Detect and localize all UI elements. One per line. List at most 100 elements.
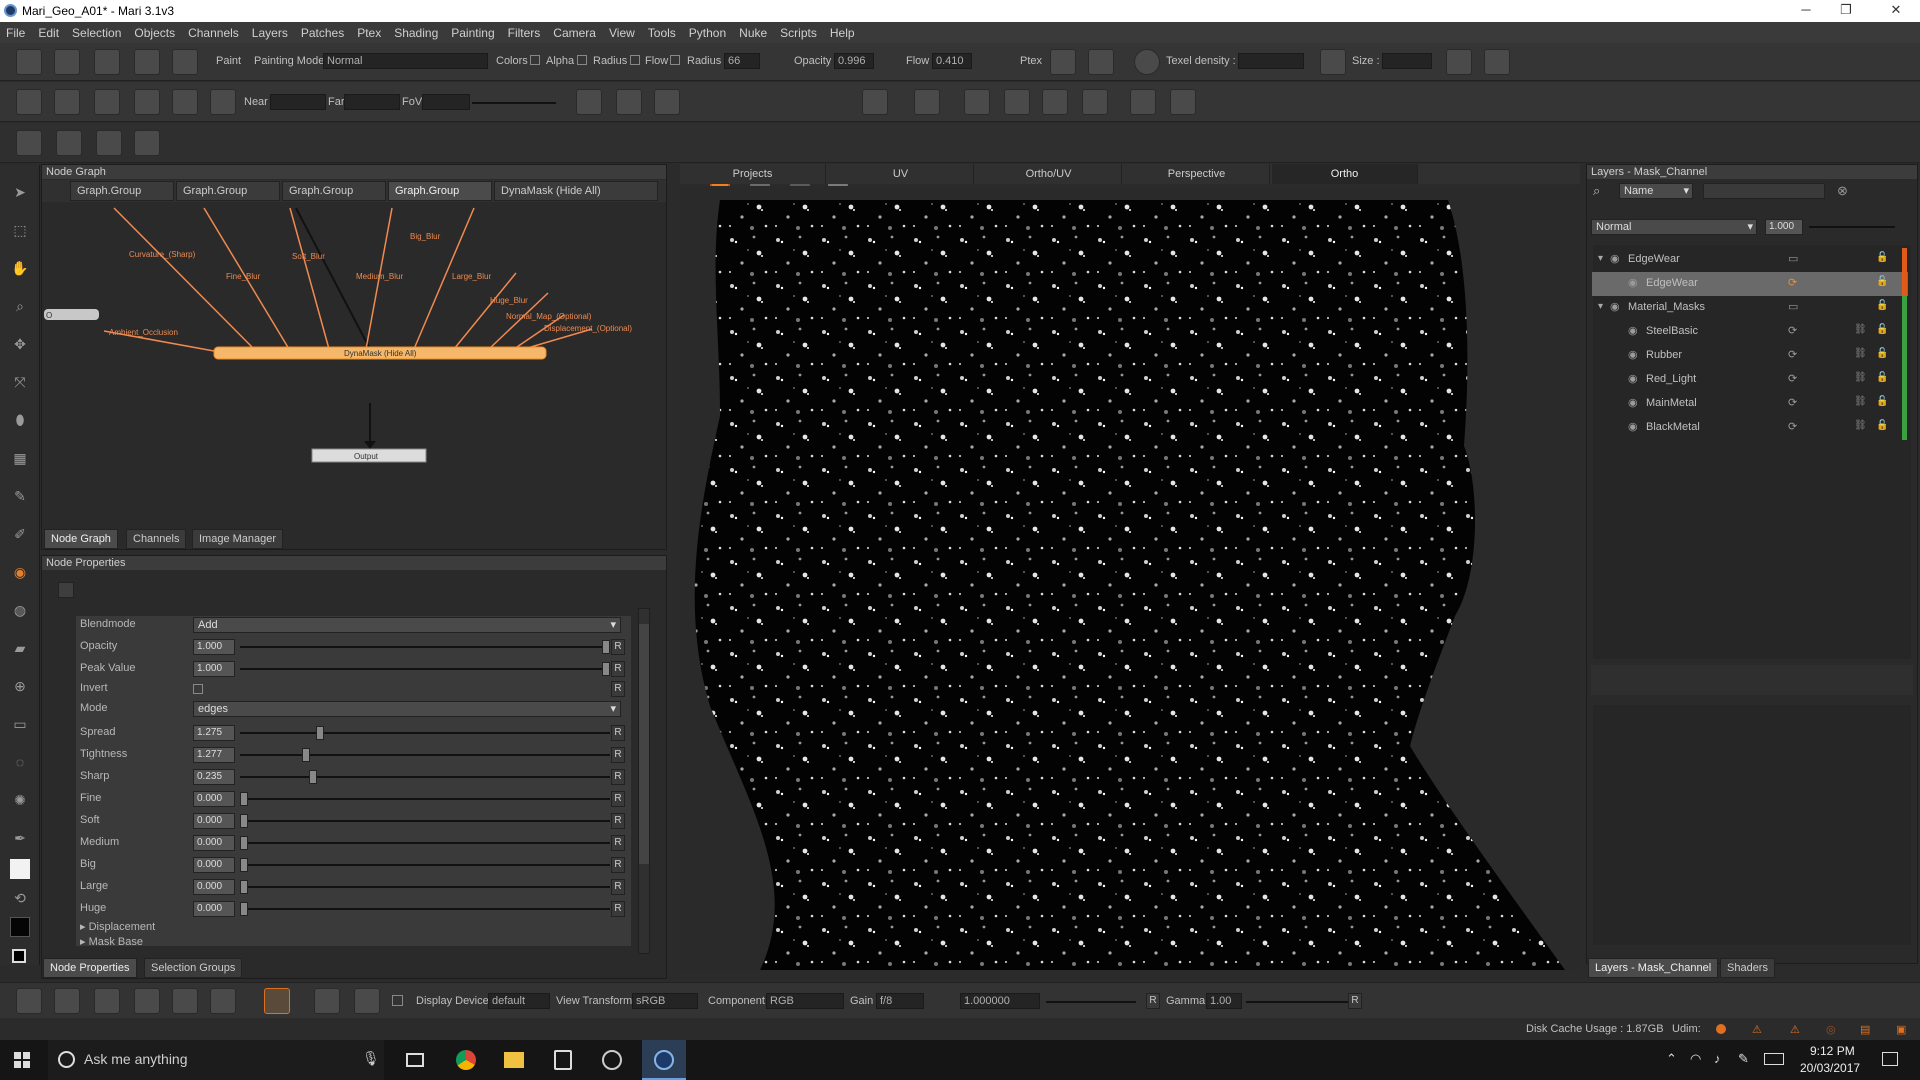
menu-scripts[interactable]: Scripts — [780, 26, 817, 40]
windows-start-icon[interactable] — [14, 1052, 30, 1068]
scrollbar-thumb[interactable] — [639, 624, 649, 864]
clock-date[interactable]: 20/03/2017 — [1800, 1061, 1860, 1075]
save-icon[interactable] — [54, 49, 80, 75]
layer-item[interactable]: ◉ SteelBasic ⟳ 🔓 ⛓ — [1592, 320, 1908, 344]
new-file-icon[interactable] — [16, 49, 42, 75]
paste-icon[interactable] — [1484, 49, 1510, 75]
redo-icon[interactable] — [172, 49, 198, 75]
menu-objects[interactable]: Objects — [134, 26, 175, 40]
layer-item[interactable]: ◉ EdgeWear ⟳ 🔓 — [1592, 272, 1908, 296]
blend-mode-select[interactable]: Normal ▾ — [1591, 219, 1757, 235]
opacity-slider-track[interactable] — [240, 646, 610, 648]
viewport-tab-projects[interactable]: Projects — [680, 164, 826, 184]
sharp-reset-button[interactable]: R — [611, 769, 625, 785]
sharp-slider-handle[interactable] — [308, 770, 317, 784]
texel-density-input[interactable] — [1238, 53, 1304, 69]
volume-icon[interactable]: ♪ — [1714, 1051, 1721, 1066]
lock-icon[interactable]: 🔓 — [1876, 324, 1888, 335]
keyboard-icon[interactable] — [1764, 1053, 1784, 1065]
stamp-tool-icon[interactable]: ✺ — [9, 789, 31, 811]
swap-colors-icon[interactable]: ⟲ — [9, 887, 31, 909]
eye-icon[interactable]: ◉ — [1628, 420, 1638, 433]
frame-icon[interactable] — [94, 89, 120, 115]
layer-filter-select[interactable]: Name ▾ — [1619, 183, 1693, 199]
viewport-tab-ortho-uv[interactable]: Ortho/UV — [976, 164, 1122, 184]
medium-slider-handle[interactable] — [240, 836, 248, 850]
tab-shaders[interactable]: Shaders — [1720, 958, 1775, 978]
ptex-icon[interactable] — [1050, 49, 1076, 75]
chrome-icon[interactable] — [456, 1050, 476, 1070]
chevron-down-icon[interactable]: ▾ — [1598, 253, 1603, 264]
transform-icon[interactable] — [1130, 89, 1156, 115]
light-icon[interactable] — [576, 89, 602, 115]
spread-input[interactable]: 1.275 — [193, 725, 235, 741]
tab-dynamask[interactable]: DynaMask (Hide All) — [494, 181, 658, 201]
layer-opacity-input[interactable]: 1.000 — [1765, 219, 1803, 235]
layer-item[interactable]: ◉ Red_Light ⟳ 🔓 ⛓ — [1592, 368, 1908, 392]
move-tool-icon[interactable]: ✥ — [9, 333, 31, 355]
link-icon[interactable]: ⛓ — [1854, 372, 1867, 383]
active-tool-icon[interactable]: ◉ — [9, 561, 31, 583]
blendmode-select[interactable]: Add ▾ — [193, 617, 621, 633]
hide-tool-icon[interactable] — [96, 130, 122, 156]
mode-select[interactable]: edges ▾ — [193, 701, 621, 717]
tightness-reset-button[interactable]: R — [611, 747, 625, 763]
menu-shading[interactable]: Shading — [394, 26, 438, 40]
tab-selection-groups[interactable]: Selection Groups — [144, 958, 243, 978]
menu-painting[interactable]: Painting — [451, 26, 494, 40]
soft-slider-handle[interactable] — [240, 814, 248, 828]
big-input[interactable]: 0.000 — [193, 857, 235, 873]
huge-reset-button[interactable]: R — [611, 901, 625, 917]
axis-x-icon[interactable] — [1004, 89, 1030, 115]
big-slider-handle[interactable] — [240, 858, 248, 872]
eye-icon[interactable]: ◉ — [1628, 396, 1638, 409]
axis-z-icon[interactable] — [1082, 89, 1108, 115]
down-view-icon[interactable] — [94, 988, 120, 1014]
menu-python[interactable]: Python — [689, 26, 726, 40]
default-colors-icon[interactable] — [12, 949, 26, 963]
background-color-swatch[interactable] — [10, 917, 30, 937]
blur-tool-icon[interactable]: ◍ — [9, 599, 31, 621]
tightness-slider-handle[interactable] — [301, 748, 310, 762]
pan-tool-icon[interactable]: ✋ — [9, 257, 31, 279]
undo-icon[interactable] — [134, 49, 160, 75]
marquee-tool-icon[interactable]: ⬚ — [9, 219, 31, 241]
lock-icon[interactable]: 🔓 — [1876, 276, 1888, 287]
menu-patches[interactable]: Patches — [301, 26, 344, 40]
lock-icon[interactable]: 🔓 — [1876, 396, 1888, 407]
select-tool-icon[interactable]: ➤ — [9, 181, 31, 203]
link-icon[interactable]: ⛓ — [1854, 396, 1867, 407]
tab-image-manager[interactable]: Image Manager — [192, 529, 284, 549]
tab-graph-group-1[interactable]: Graph.Group — [70, 181, 174, 201]
layer-group-item[interactable]: ▾ ◉ Material_Masks ▭ 🔓 — [1592, 296, 1908, 320]
lock-icon[interactable]: 🔓 — [1876, 372, 1888, 383]
soft-slider-track[interactable] — [240, 820, 610, 822]
menu-ptex[interactable]: Ptex — [357, 26, 381, 40]
gamma-input[interactable]: 1.00 — [1206, 993, 1242, 1009]
tray-chevron-icon[interactable]: ⌃ — [1666, 1051, 1677, 1067]
link-icon[interactable]: ⛓ — [1854, 348, 1867, 359]
axis-icon[interactable] — [964, 89, 990, 115]
network-icon[interactable]: ◠ — [1690, 1051, 1701, 1067]
tab-channels[interactable]: Channels — [126, 529, 187, 549]
invert-reset-button[interactable]: R — [611, 681, 625, 697]
invert-checkbox[interactable] — [193, 684, 203, 694]
view-checkbox[interactable] — [392, 995, 403, 1006]
big-slider-track[interactable] — [240, 864, 610, 866]
viewport-tab-uv[interactable]: UV — [828, 164, 974, 184]
component-select[interactable]: RGB — [766, 993, 844, 1009]
fine-input[interactable]: 0.000 — [193, 791, 235, 807]
chevron-down-icon[interactable]: ▾ — [1598, 301, 1603, 312]
gain-value-input[interactable]: 1.000000 — [960, 993, 1040, 1009]
mari-taskbar-icon[interactable] — [642, 1040, 686, 1080]
size-icon[interactable] — [1320, 49, 1346, 75]
medium-reset-button[interactable]: R — [611, 835, 625, 851]
flow-input[interactable]: 0.410 — [932, 53, 972, 69]
smudge-tool-icon[interactable]: ◌ — [9, 751, 31, 773]
near-input[interactable] — [270, 94, 326, 110]
eye-icon[interactable]: ◉ — [1628, 276, 1638, 289]
peak-value-slider-track[interactable] — [240, 668, 610, 670]
grid-tool-icon[interactable]: ▦ — [9, 447, 31, 469]
undo-view-icon[interactable] — [16, 988, 42, 1014]
colors-checkbox[interactable] — [530, 55, 540, 65]
